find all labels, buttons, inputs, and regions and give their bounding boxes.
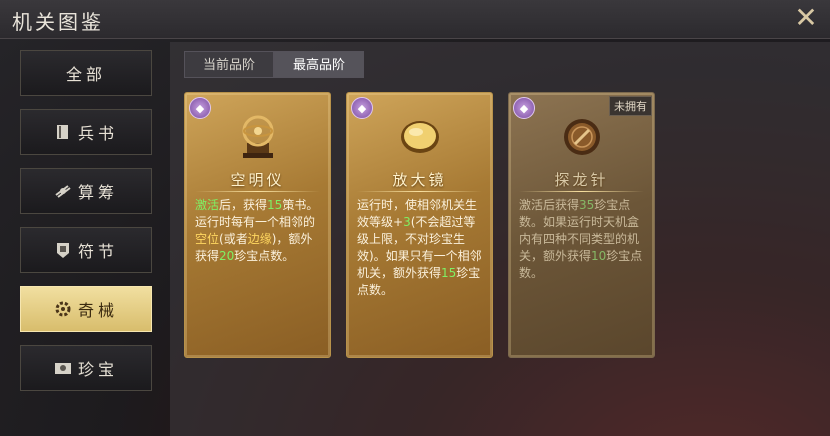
not-owned-badge: 未拥有 (609, 96, 652, 116)
sidebar-item-label: 珍宝 (77, 360, 118, 379)
mechanism-card-fangdajing[interactable]: ◆ 放大镜 运行时，使相邻机关生效等级+3(不会超过等级上限，不对珍宝生效)。如… (346, 92, 493, 358)
card-description: 激活后获得35珍宝点数。如果运行时天机盒内有四种不同类型的机关，额外获得10珍宝… (519, 197, 645, 282)
desc-text: (或者 (219, 232, 248, 246)
treasure-icon (54, 359, 72, 377)
card-name: 空明仪 (230, 171, 285, 189)
card-description: 运行时，使相邻机关生效等级+3(不会超过等级上限，不对珍宝生效)。如果只有一个相… (357, 197, 483, 299)
tab-max-quality[interactable]: 最高品阶 (274, 51, 365, 78)
sidebar-item-label: 兵书 (77, 124, 118, 143)
value: 10 (591, 249, 607, 263)
value: 3 (403, 215, 411, 229)
title-bar: 机关图鉴 ✕ (0, 0, 830, 39)
desc-text: 后，获得 (219, 198, 268, 212)
value: 35 (579, 198, 595, 212)
counting-rods-icon (54, 182, 72, 200)
codex-panel: 当前品阶 最高品阶 ◆ 空明仪 激活后，获得15策书。运行时每有一个相邻的空位(… (170, 42, 830, 436)
sidebar-item-machinery[interactable]: 奇械 (20, 286, 152, 332)
tab-current-quality[interactable]: 当前品阶 (184, 51, 275, 78)
sidebar-item-all[interactable]: 全部 (20, 50, 152, 96)
divider (519, 191, 644, 192)
purple-quality-icon: ◆ (189, 97, 211, 119)
sidebar-item-token[interactable]: 符节 (20, 227, 152, 273)
quality-tabs: 当前品阶 最高品阶 (184, 51, 365, 78)
value: 15 (267, 198, 283, 212)
keyword-activate: 激活 (195, 198, 220, 212)
card-name: 放大镜 (392, 171, 447, 189)
book-icon (54, 123, 72, 141)
sidebar-item-label: 全部 (65, 65, 106, 84)
sidebar-item-label: 奇械 (77, 301, 118, 320)
value: 15 (441, 266, 457, 280)
keyword-empty-slot: 空位 (195, 232, 220, 246)
mechanism-card-tanlongzhen[interactable]: ◆ 未拥有 探龙针 激活后获得35珍宝点数。如果运行时天机盒内有四种不同类型的机… (508, 92, 655, 358)
divider (195, 191, 320, 192)
keyword-edge: 边缘 (247, 232, 272, 246)
card-name: 探龙针 (554, 171, 609, 189)
value: 20 (219, 249, 235, 263)
card-description: 激活后，获得15策书。运行时每有一个相邻的空位(或者边缘)，额外获得20珍宝点数… (195, 197, 321, 265)
token-icon (54, 241, 72, 259)
sidebar-item-military-book[interactable]: 兵书 (20, 109, 152, 155)
divider (357, 191, 482, 192)
desc-text: 激活后获得 (519, 198, 580, 212)
sidebar-item-counting-rods[interactable]: 算筹 (20, 168, 152, 214)
gear-icon (54, 300, 72, 318)
purple-quality-icon: ◆ (513, 97, 535, 119)
sidebar-item-label: 算筹 (77, 183, 118, 202)
desc-text: 策书 (282, 198, 307, 212)
armillary-sphere-icon (233, 111, 283, 161)
mechanism-card-kongmingyi[interactable]: ◆ 空明仪 激活后，获得15策书。运行时每有一个相邻的空位(或者边缘)，额外获得… (184, 92, 331, 358)
magnifier-icon (395, 111, 445, 161)
compass-icon (557, 111, 607, 161)
sidebar-item-label: 符节 (77, 242, 118, 261)
purple-quality-icon: ◆ (351, 97, 373, 119)
close-icon[interactable]: ✕ (792, 4, 820, 32)
sidebar-item-treasure[interactable]: 珍宝 (20, 345, 152, 391)
desc-text: 珍宝点数。 (234, 249, 295, 263)
page-title: 机关图鉴 (12, 10, 104, 34)
